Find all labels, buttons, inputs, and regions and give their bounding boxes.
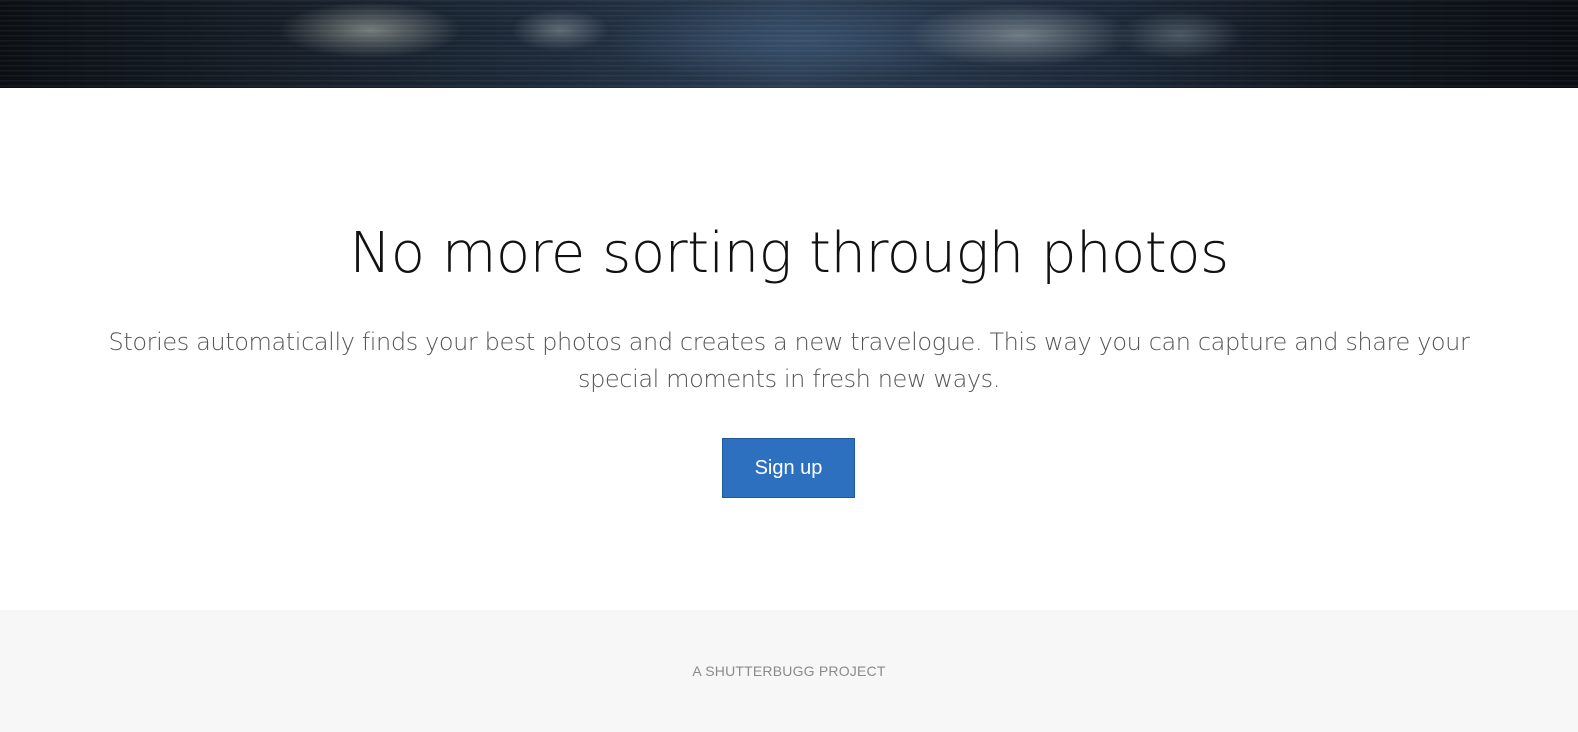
description-text: Stories automatically finds your best ph… [108,328,1470,393]
footer: A SHUTTERBUGG PROJECT [0,610,1578,732]
signup-button[interactable]: Sign up [722,438,855,498]
page-title: No more sorting through photos [349,221,1229,286]
hero-image [0,0,1578,88]
footer-credit: A SHUTTERBUGG PROJECT [692,663,886,679]
main-section: No more sorting through photos Stories a… [0,88,1578,610]
